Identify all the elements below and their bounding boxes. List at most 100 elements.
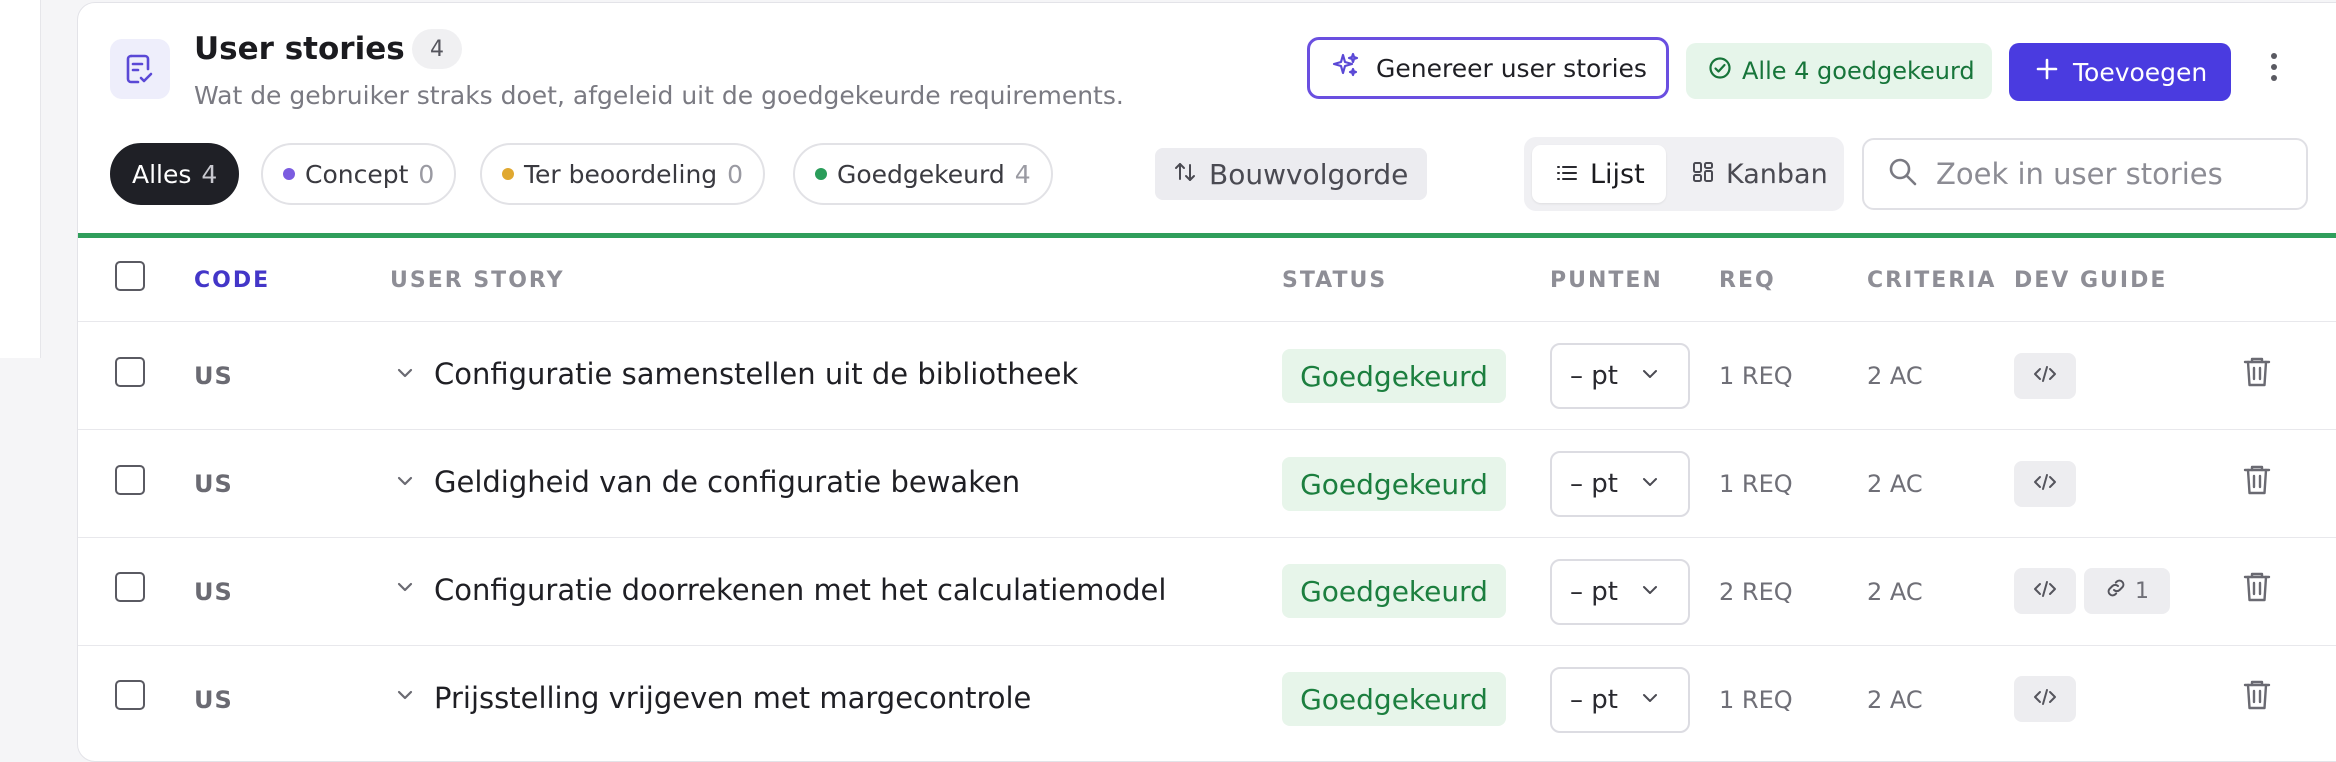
page-subtitle: Wat de gebruiker straks doet, afgeleid u… bbox=[194, 81, 1124, 110]
add-button[interactable]: Toevoegen bbox=[2009, 43, 2231, 101]
chevron-down-icon[interactable] bbox=[394, 684, 416, 710]
dev-guide-button[interactable] bbox=[2014, 568, 2076, 614]
points-value: – pt bbox=[1570, 361, 1618, 391]
points-select[interactable]: – pt bbox=[1550, 559, 1690, 625]
search-icon bbox=[1888, 157, 1918, 191]
filter-chip-concept[interactable]: Concept 0 bbox=[261, 143, 457, 205]
story-title[interactable]: Geldigheid van de configuratie bewaken bbox=[434, 465, 1020, 499]
row-checkbox[interactable] bbox=[115, 465, 145, 495]
page-title: User stories bbox=[194, 31, 405, 67]
side-panel-edge bbox=[0, 0, 41, 752]
sparkles-icon bbox=[1332, 51, 1360, 85]
add-label: Toevoegen bbox=[2073, 57, 2208, 87]
status-badge: Goedgekeurd bbox=[1282, 349, 1506, 403]
chevron-down-icon[interactable] bbox=[394, 470, 416, 496]
points-value: – pt bbox=[1570, 469, 1618, 499]
story-title[interactable]: Configuratie doorrekenen met het calcula… bbox=[434, 573, 1166, 607]
req-count: 1 REQ bbox=[1719, 470, 1793, 498]
row-checkbox[interactable] bbox=[115, 572, 145, 602]
chevron-down-icon[interactable] bbox=[394, 576, 416, 602]
column-header-code[interactable]: CODE bbox=[194, 268, 270, 293]
req-count: 1 REQ bbox=[1719, 362, 1793, 390]
story-code: US bbox=[194, 362, 233, 390]
status-dot bbox=[283, 168, 295, 180]
criteria-count: 2 AC bbox=[1867, 362, 1923, 390]
code-icon bbox=[2033, 364, 2057, 388]
search-box bbox=[1862, 138, 2308, 210]
trash-icon[interactable] bbox=[2242, 355, 2272, 393]
filter-chip-goedgekeurd[interactable]: Goedgekeurd 4 bbox=[793, 143, 1053, 205]
linked-items-button[interactable]: 1 bbox=[2084, 568, 2170, 614]
column-header-story[interactable]: USER STORY bbox=[390, 268, 565, 293]
search-input[interactable] bbox=[1934, 156, 2298, 192]
column-header-status[interactable]: STATUS bbox=[1282, 268, 1387, 293]
trash-icon[interactable] bbox=[2242, 463, 2272, 501]
link-icon bbox=[2105, 577, 2127, 605]
filter-label: Alles bbox=[132, 159, 192, 189]
sort-button[interactable]: Bouwvolgorde bbox=[1155, 148, 1427, 200]
story-title[interactable]: Configuratie samenstellen uit de bibliot… bbox=[434, 357, 1078, 391]
table-row[interactable]: US Configuratie doorrekenen met het calc… bbox=[78, 538, 2336, 646]
row-checkbox[interactable] bbox=[115, 680, 145, 710]
filter-label: Ter beoordeling bbox=[524, 159, 718, 189]
code-icon bbox=[2033, 579, 2057, 603]
filter-label: Goedgekeurd bbox=[837, 159, 1005, 189]
story-title[interactable]: Prijsstelling vrijgeven met margecontrol… bbox=[434, 681, 1031, 715]
filter-label: Concept bbox=[305, 159, 409, 189]
filter-count: 4 bbox=[1014, 159, 1031, 189]
select-all-checkbox[interactable] bbox=[115, 261, 145, 291]
plus-icon bbox=[2035, 57, 2059, 87]
chevron-down-icon bbox=[1640, 685, 1660, 715]
chevron-down-icon bbox=[1640, 577, 1660, 607]
filter-count: 4 bbox=[201, 159, 218, 189]
chevron-down-icon bbox=[1640, 469, 1660, 499]
all-approved-badge: Alle 4 goedgekeurd bbox=[1686, 43, 1992, 99]
column-header-points[interactable]: PUNTEN bbox=[1550, 268, 1663, 293]
user-stories-card: User stories 4 Wat de gebruiker straks d… bbox=[77, 2, 2336, 762]
status-badge: Goedgekeurd bbox=[1282, 672, 1506, 726]
view-label: Lijst bbox=[1590, 158, 1645, 190]
sort-arrows-icon bbox=[1173, 158, 1197, 191]
status-badge: Goedgekeurd bbox=[1282, 564, 1506, 618]
kanban-icon bbox=[1692, 159, 1714, 190]
status-dot bbox=[815, 168, 827, 180]
view-kanban-button[interactable]: Kanban bbox=[1668, 145, 1838, 203]
story-count-badge: 4 bbox=[412, 29, 462, 69]
table-row[interactable]: US Configuratie samenstellen uit de bibl… bbox=[78, 322, 2336, 430]
view-toggle: Lijst Kanban bbox=[1524, 137, 1844, 211]
view-list-button[interactable]: Lijst bbox=[1532, 145, 1666, 203]
criteria-count: 2 AC bbox=[1867, 470, 1923, 498]
column-header-req[interactable]: REQ bbox=[1719, 268, 1776, 293]
story-code: US bbox=[194, 686, 233, 714]
code-icon bbox=[2033, 472, 2057, 496]
row-checkbox[interactable] bbox=[115, 357, 145, 387]
generate-label: Genereer user stories bbox=[1376, 53, 1647, 83]
filter-chip-alles[interactable]: Alles 4 bbox=[110, 143, 240, 205]
dev-guide-button[interactable] bbox=[2014, 461, 2076, 507]
chevron-down-icon bbox=[1640, 361, 1660, 391]
trash-icon[interactable] bbox=[2242, 678, 2272, 716]
req-count: 1 REQ bbox=[1719, 686, 1793, 714]
points-select[interactable]: – pt bbox=[1550, 451, 1690, 517]
dev-guide-button[interactable] bbox=[2014, 353, 2076, 399]
column-header-criteria[interactable]: CRITERIA bbox=[1867, 268, 1996, 293]
dev-guide-button[interactable] bbox=[2014, 676, 2076, 722]
trash-icon[interactable] bbox=[2242, 570, 2272, 608]
points-value: – pt bbox=[1570, 577, 1618, 607]
chevron-down-icon[interactable] bbox=[394, 362, 416, 388]
status-badge: Goedgekeurd bbox=[1282, 457, 1506, 511]
points-select[interactable]: – pt bbox=[1550, 343, 1690, 409]
criteria-count: 2 AC bbox=[1867, 578, 1923, 606]
kebab-icon[interactable] bbox=[2264, 53, 2284, 93]
filter-count: 0 bbox=[418, 159, 435, 189]
points-select[interactable]: – pt bbox=[1550, 667, 1690, 733]
table-row[interactable]: US Prijsstelling vrijgeven met margecont… bbox=[78, 646, 2336, 754]
table-row[interactable]: US Geldigheid van de configuratie bewake… bbox=[78, 430, 2336, 538]
check-circle-icon bbox=[1708, 56, 1732, 86]
link-count: 1 bbox=[2135, 578, 2149, 604]
filter-chip-ter-beoordeling[interactable]: Ter beoordeling 0 bbox=[480, 143, 766, 205]
view-label: Kanban bbox=[1726, 158, 1828, 190]
status-dot bbox=[502, 168, 514, 180]
clipboard-check-icon bbox=[110, 39, 170, 99]
generate-user-stories-button[interactable]: Genereer user stories bbox=[1307, 37, 1669, 99]
